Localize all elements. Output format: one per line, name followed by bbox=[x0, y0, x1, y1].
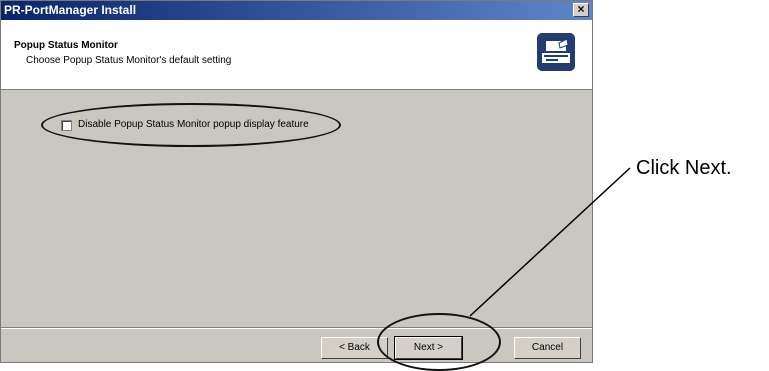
title-bar: PR-PortManager Install × bbox=[1, 1, 592, 20]
close-icon: × bbox=[577, 2, 585, 16]
cancel-button[interactable]: Cancel bbox=[514, 337, 581, 359]
close-button[interactable]: × bbox=[573, 3, 589, 17]
window-title: PR-PortManager Install bbox=[4, 3, 137, 17]
footer-divider bbox=[1, 327, 592, 329]
installer-dialog: PR-PortManager Install × Popup Status Mo… bbox=[0, 0, 593, 363]
page-title: Popup Status Monitor bbox=[14, 40, 118, 51]
next-button-highlight-ellipse bbox=[377, 313, 501, 371]
page-subtitle: Choose Popup Status Monitor's default se… bbox=[26, 55, 232, 66]
checkbox-highlight-ellipse bbox=[41, 103, 341, 147]
callout-text: Click Next. bbox=[636, 157, 732, 179]
wizard-header: Popup Status Monitor Choose Popup Status… bbox=[1, 20, 592, 90]
printer-wizard-icon bbox=[537, 33, 575, 71]
